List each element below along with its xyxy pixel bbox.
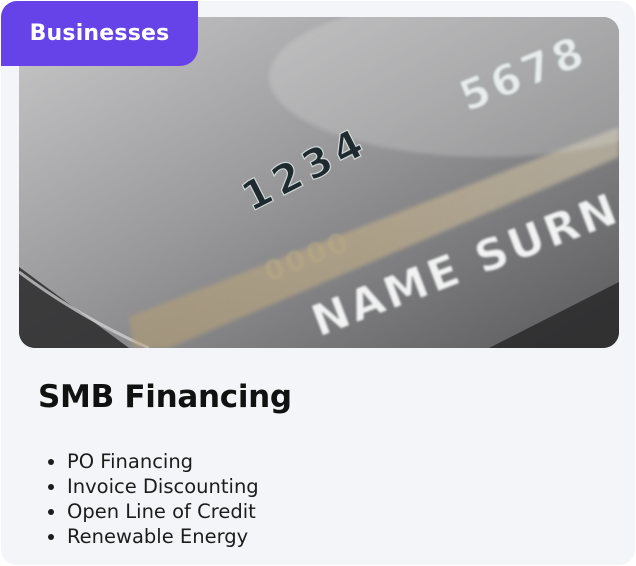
credit-card-illustration: 1234 5678 0000 NAME SURNAME bbox=[19, 17, 619, 348]
feature-item: Renewable Energy bbox=[67, 524, 259, 549]
product-card[interactable]: 1234 5678 0000 NAME SURNAME Businesses S… bbox=[1, 1, 635, 565]
feature-item: PO Financing bbox=[67, 449, 259, 474]
feature-item: Open Line of Credit bbox=[67, 499, 259, 524]
credit-card-photo: 1234 5678 0000 NAME SURNAME bbox=[19, 17, 619, 348]
category-badge: Businesses bbox=[1, 1, 198, 66]
feature-item: Invoice Discounting bbox=[67, 474, 259, 499]
card-title: SMB Financing bbox=[38, 379, 292, 415]
feature-list: PO Financing Invoice Discounting Open Li… bbox=[21, 449, 259, 549]
